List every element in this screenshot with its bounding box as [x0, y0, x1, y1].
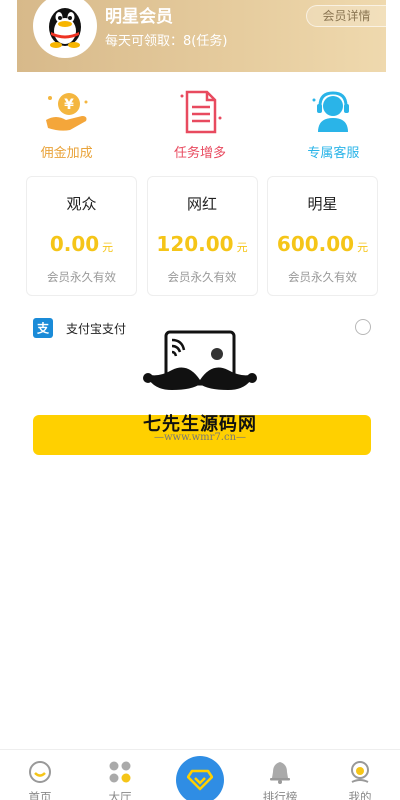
- nav-center-button[interactable]: [176, 756, 224, 800]
- benefit-commission-bonus: ¥ 佣金加成: [0, 90, 133, 162]
- plan-price-row: 600.00 元: [277, 232, 368, 256]
- penguin-avatar-icon: [43, 0, 87, 53]
- svg-text:支: 支: [36, 321, 50, 335]
- nav-center-vip[interactable]: [160, 750, 240, 800]
- profile-icon: [348, 760, 372, 784]
- plan-name: 观众: [66, 195, 97, 213]
- currency-unit: 元: [357, 241, 369, 254]
- plan-validity: 会员永久有效: [167, 270, 237, 284]
- mustache-logo-icon: [143, 330, 257, 390]
- currency-unit: 元: [102, 241, 114, 254]
- nav-hall[interactable]: 大厅: [80, 750, 160, 800]
- benefit-dedicated-support: 专属客服: [267, 90, 400, 162]
- customer-service-icon: [308, 90, 358, 134]
- diamond-icon: [187, 769, 213, 791]
- home-icon: [28, 760, 52, 784]
- member-benefits: ¥ 佣金加成 任务增多 专属客服: [0, 90, 400, 162]
- nav-profile[interactable]: 我的: [320, 750, 400, 800]
- document-icon: [175, 90, 225, 134]
- benefit-label: 专属客服: [307, 146, 360, 161]
- plan-card-viewer[interactable]: 观众 0.00 元 会员永久有效: [26, 176, 137, 296]
- plan-price: 0.00: [49, 232, 100, 256]
- payment-radio-button[interactable]: [355, 319, 371, 335]
- plan-validity: 会员永久有效: [47, 270, 116, 284]
- alipay-icon: 支: [33, 318, 53, 338]
- watermark: 七先生源码网 —www.wmr7.cn—: [130, 330, 270, 450]
- bottom-nav: 首页 大厅 排行榜 我的: [0, 749, 400, 800]
- nav-label: 我的: [348, 790, 372, 800]
- member-title: 明星会员: [105, 7, 173, 27]
- member-details-button[interactable]: 会员详情: [306, 5, 386, 27]
- nav-label: 大厅: [108, 790, 132, 800]
- plan-card-star[interactable]: 明星 600.00 元 会员永久有效: [267, 176, 378, 296]
- plan-price-row: 120.00 元: [156, 232, 247, 256]
- plan-validity: 会员永久有效: [288, 270, 357, 284]
- currency-unit: 元: [236, 241, 248, 254]
- member-header: 明星会员 每天可领取：8(任务) 会员详情: [17, 0, 386, 72]
- payment-method-label: 支付宝支付: [66, 322, 127, 336]
- plan-name: 网红: [186, 195, 217, 213]
- plan-price-row: 0.00 元: [50, 232, 113, 256]
- benefit-label: 佣金加成: [40, 146, 93, 161]
- avatar: [33, 0, 97, 58]
- plan-price: 600.00: [276, 232, 355, 256]
- daily-quota-text: 每天可领取：8(任务): [105, 34, 228, 49]
- bell-icon: [268, 760, 292, 784]
- nav-label: 排行榜: [262, 790, 298, 800]
- svg-text:¥: ¥: [64, 97, 74, 113]
- watermark-url: —www.wmr7.cn—: [153, 432, 247, 443]
- plan-name: 明星: [307, 195, 338, 213]
- benefit-more-tasks: 任务增多: [133, 90, 266, 162]
- hall-icon: [108, 760, 132, 784]
- plan-card-influencer[interactable]: 网红 120.00 元 会员永久有效: [146, 176, 258, 296]
- benefit-label: 任务增多: [173, 146, 226, 161]
- nav-label: 首页: [28, 790, 52, 800]
- nav-ranking[interactable]: 排行榜: [240, 750, 320, 800]
- coin-hand-icon: ¥: [42, 90, 92, 134]
- nav-home[interactable]: 首页: [0, 750, 80, 800]
- plan-price: 120.00: [156, 232, 234, 256]
- membership-plans: 观众 0.00 元 会员永久有效 网红 120.00 元 会员永久有效 明星 6…: [26, 176, 378, 296]
